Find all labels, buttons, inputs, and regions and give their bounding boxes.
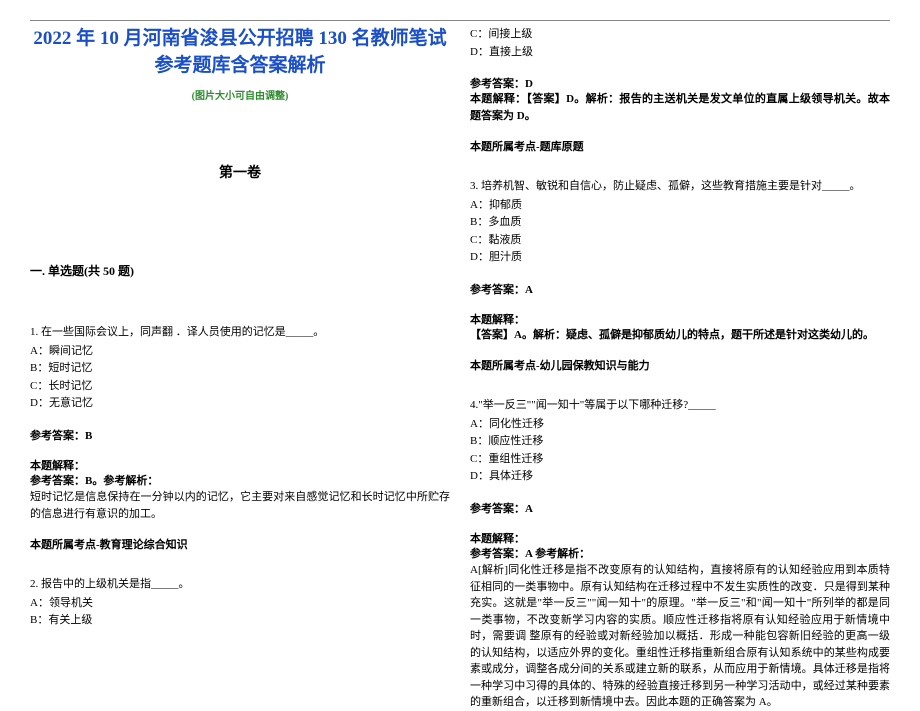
q3-point: 本题所属考点-幼儿园保教知识与能力 <box>470 357 890 373</box>
q3-stem: 3. 培养机智、敏锐和自信心，防止疑虑、孤僻，这些教育措施主要是针对_____。 <box>470 178 890 195</box>
q1-exp-label: 本题解释： <box>30 457 450 473</box>
q3-option-b: B：多血质 <box>470 214 890 231</box>
q1-exp-line1: 参考答案：B。参考解析： <box>30 473 450 490</box>
q3-option-c: C：黏液质 <box>470 232 890 249</box>
q4-exp-label: 本题解释： <box>470 530 890 546</box>
two-column-layout: 2022 年 10 月河南省浚县公开招聘 130 名教师笔试参考题库含答案解析 … <box>0 26 920 711</box>
document-title: 2022 年 10 月河南省浚县公开招聘 130 名教师笔试参考题库含答案解析 <box>30 26 450 79</box>
q2-stem: 2. 报告中的上级机关是指_____。 <box>30 576 450 593</box>
q1-answer: 参考答案：B <box>30 427 450 443</box>
q4-option-b: B：顺应性迁移 <box>470 433 890 450</box>
document-subtitle: (图片大小可自由调整) <box>30 87 450 102</box>
q3-option-d: D：胆汁质 <box>470 249 890 266</box>
q3-exp-body: 【答案】A。解析：疑虑、孤僻是抑郁质幼儿的特点，题干所述是针对这类幼儿的。 <box>470 327 890 344</box>
q2-option-d: D：直接上级 <box>470 44 890 61</box>
q4-option-d: D：具体迁移 <box>470 468 890 485</box>
q3-exp-label: 本题解释： <box>470 311 890 327</box>
q1-option-a: A：瞬间记忆 <box>30 343 450 360</box>
q2-option-c: C：间接上级 <box>470 26 890 43</box>
q2-option-b: B：有关上级 <box>30 612 450 629</box>
q1-option-d: D：无意记忆 <box>30 395 450 412</box>
q4-exp-line1: 参考答案：A 参考解析： <box>470 546 890 563</box>
q1-exp-body: 短时记忆是信息保持在一分钟以内的记忆，它主要对来自感觉记忆和长时记忆中所贮存的信… <box>30 489 450 522</box>
q4-stem: 4."举一反三""闻一知十"等属于以下哪种迁移?_____ <box>470 397 890 414</box>
q1-option-c: C：长时记忆 <box>30 378 450 395</box>
column-right: C：间接上级 D：直接上级 参考答案：D 本题解释：【答案】D。解析：报告的主送… <box>470 26 890 711</box>
q2-answer: 参考答案：D <box>470 75 890 91</box>
scroll-heading: 第一卷 <box>30 162 450 182</box>
q4-option-a: A：同化性迁移 <box>470 416 890 433</box>
divider-top <box>30 20 890 21</box>
q4-answer: 参考答案：A <box>470 500 890 516</box>
q4-exp-body: A[解析]同化性迁移是指不改变原有的认知结构，直接将原有的认知经验应用到本质特征… <box>470 562 890 711</box>
q3-answer: 参考答案：A <box>470 281 890 297</box>
q2-point: 本题所属考点-题库原题 <box>470 138 890 154</box>
q1-point: 本题所属考点-教育理论综合知识 <box>30 536 450 552</box>
q2-option-a: A：领导机关 <box>30 595 450 612</box>
q1-stem: 1. 在一些国际会议上，同声翻 ．译人员使用的记忆是_____。 <box>30 324 450 341</box>
q4-option-c: C：重组性迁移 <box>470 451 890 468</box>
q1-option-b: B：短时记忆 <box>30 360 450 377</box>
section-heading: 一. 单选题(共 50 题) <box>30 262 450 279</box>
q3-option-a: A：抑郁质 <box>470 197 890 214</box>
q2-exp-body: 本题解释：【答案】D。解析：报告的主送机关是发文单位的直属上级领导机关。故本题答… <box>470 91 890 124</box>
column-left: 2022 年 10 月河南省浚县公开招聘 130 名教师笔试参考题库含答案解析 … <box>30 26 450 711</box>
